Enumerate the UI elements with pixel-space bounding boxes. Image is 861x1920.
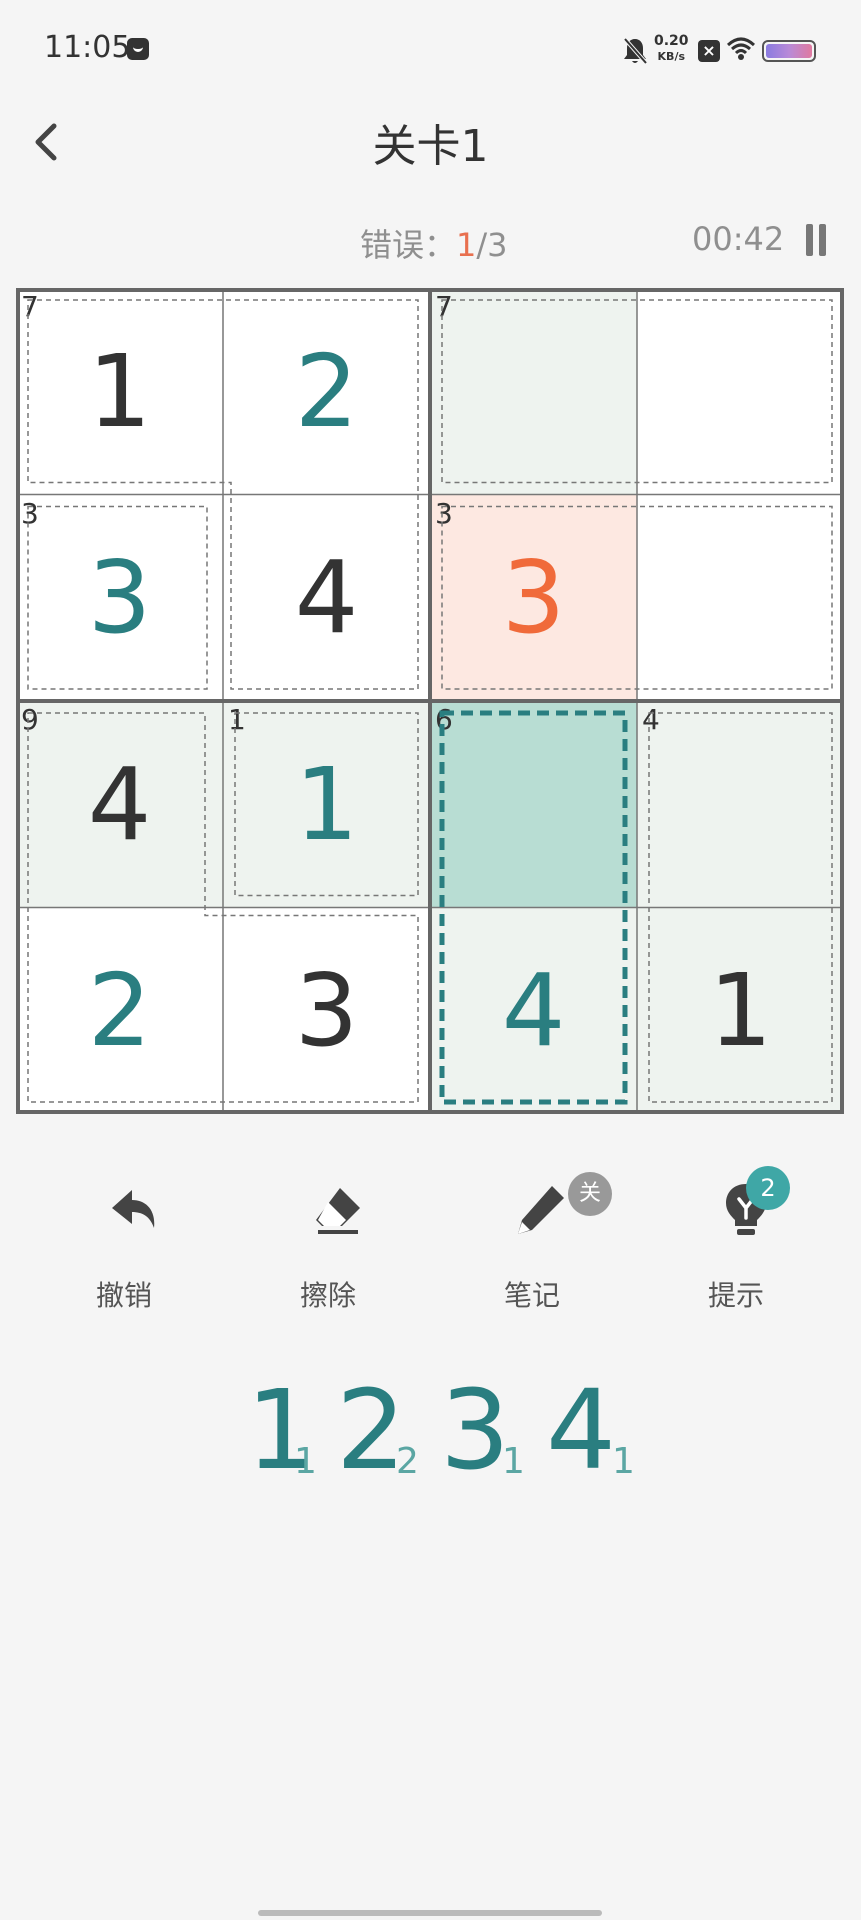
board-cell-r1c3[interactable]: [430, 288, 637, 495]
cage-sum: 1: [228, 703, 246, 736]
cell-value: [637, 495, 844, 702]
undo-icon: [112, 1190, 155, 1228]
network-speed-unit: KB/s: [657, 50, 686, 63]
pause-icon: [806, 224, 813, 256]
page-title: 关卡1: [372, 121, 489, 172]
board-cell-r4c4[interactable]: 1: [637, 907, 844, 1114]
cell-value: [430, 288, 637, 495]
cage-sum: 6: [435, 703, 453, 736]
cage-sum: 7: [435, 290, 453, 323]
notification-app-icon: [127, 38, 149, 60]
hint-label: 提示: [707, 1279, 764, 1312]
number-value: 3: [440, 1366, 510, 1494]
board-cell-r4c2[interactable]: 3: [223, 907, 430, 1114]
board-cell-r4c1[interactable]: 2: [16, 907, 223, 1114]
cell-value: [430, 701, 637, 908]
board-cell-r1c2[interactable]: 2: [223, 288, 430, 495]
board-cell-r2c2[interactable]: 4: [223, 494, 430, 701]
cell-value: 1: [708, 952, 773, 1070]
cell-value: 3: [501, 539, 566, 657]
cell-value: 3: [87, 539, 152, 657]
board-cell-r2c4[interactable]: [637, 494, 844, 702]
timer: 00:42: [692, 220, 785, 258]
board-cell-r3c2[interactable]: 1: [223, 701, 430, 908]
cell-value: 2: [294, 332, 359, 450]
cell-value: 1: [87, 332, 152, 450]
notes-toggle-badge: 关: [568, 1172, 612, 1216]
cell-value: 4: [87, 745, 152, 863]
bell-muted-icon: [623, 37, 648, 65]
cage-sum: 7: [21, 290, 39, 323]
undo-button[interactable]: 撤销: [54, 1170, 194, 1320]
board-cell-r3c4[interactable]: [637, 701, 844, 908]
erase-button[interactable]: 擦除: [258, 1170, 398, 1320]
pause-button[interactable]: [806, 224, 830, 258]
wifi-icon: [726, 37, 756, 60]
home-indicator[interactable]: [258, 1910, 602, 1916]
sudoku-board: 1 2 3 4 3 4 1 2 3 4 1 7 7 3 3 9 1 6 4: [16, 288, 844, 1114]
undo-label: 撤销: [95, 1279, 152, 1312]
cell-value: 3: [294, 952, 359, 1070]
number-remaining: 1: [502, 1441, 525, 1482]
cage-sum: 3: [21, 496, 39, 530]
number-value: 4: [546, 1366, 616, 1494]
cage-sum: 3: [435, 496, 453, 530]
errors-label: 错误：: [360, 226, 457, 264]
hint-count-badge: 2: [746, 1166, 790, 1210]
status-time: 11:05: [44, 30, 131, 65]
cell-value: 1: [294, 745, 359, 863]
cell-value: 2: [87, 952, 152, 1070]
board-cell-r3c3[interactable]: [430, 701, 637, 908]
errors-current: 1: [456, 226, 477, 264]
cage-sum: 9: [21, 703, 39, 736]
cell-value: [637, 288, 844, 495]
network-speed-value: 0.20: [654, 33, 689, 49]
network-speed: 0.20 KB/s: [654, 34, 689, 64]
number-remaining: 1: [294, 1441, 317, 1482]
close-box-icon: ×: [698, 40, 720, 62]
number-remaining: 2: [396, 1441, 419, 1482]
cage-sum: 4: [642, 703, 660, 736]
board-cell-r4c3[interactable]: 4: [430, 907, 637, 1114]
board-cell-r3c1[interactable]: 4: [16, 701, 223, 908]
pause-icon-bar: [819, 224, 826, 256]
board-cell-r2c1[interactable]: 3: [16, 494, 223, 701]
pencil-icon: [518, 1186, 564, 1234]
eraser-icon: [316, 1188, 360, 1234]
erase-label: 擦除: [299, 1279, 356, 1312]
number-remaining: 1: [612, 1441, 635, 1482]
error-counter: 错误：1/3: [360, 220, 508, 266]
cell-value: 4: [294, 539, 359, 657]
status-bar: 11:05 0.20 KB/s ×: [0, 0, 861, 100]
board-cell-r1c4[interactable]: [637, 288, 844, 495]
cell-value: [637, 701, 844, 908]
battery-level: [766, 44, 812, 58]
board-cell-r2c3[interactable]: 3: [430, 494, 637, 701]
cell-value: 4: [501, 952, 566, 1070]
errors-max: /3: [476, 226, 508, 264]
notes-label: 笔记: [503, 1279, 560, 1312]
battery-icon: [762, 40, 816, 62]
board-cell-r1c1[interactable]: 1: [16, 288, 223, 495]
